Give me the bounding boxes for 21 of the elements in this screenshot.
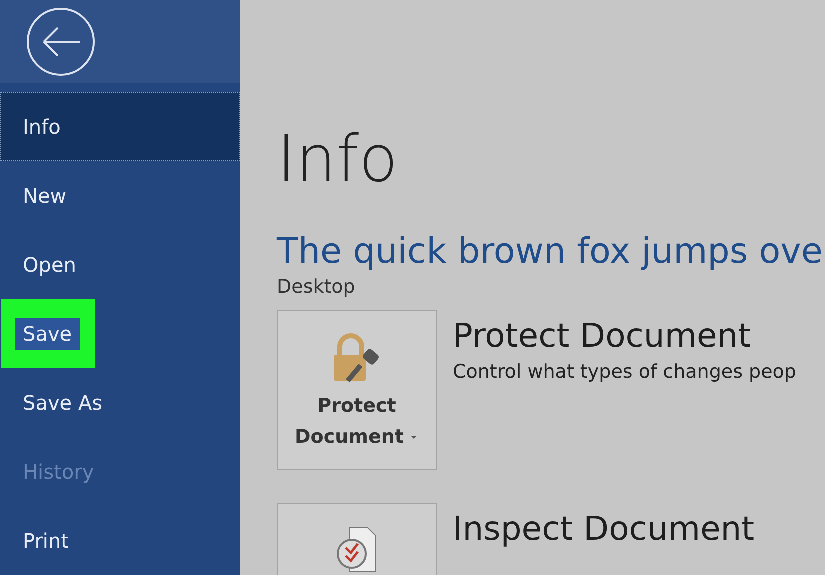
- sidebar-item[interactable]: Open: [0, 230, 240, 299]
- item-label: Info: [23, 114, 61, 138]
- section-button[interactable]: Protect Document: [277, 310, 437, 470]
- document-location: Desktop: [277, 276, 356, 298]
- sidebar-item[interactable]: Save As: [0, 368, 240, 437]
- item-label: Print: [23, 528, 70, 552]
- document-title: The quick brown fox jumps ove: [277, 231, 823, 274]
- page-heading: Info: [277, 122, 398, 199]
- section-title: Protect Document: [453, 316, 752, 355]
- section-description: Control what types of changes peop: [453, 361, 796, 383]
- item-label: Open: [23, 252, 76, 276]
- item-label: History: [23, 460, 94, 484]
- item-label: Save: [15, 318, 80, 350]
- back-icon[interactable]: [26, 6, 96, 76]
- section-title: Inspect Document: [453, 509, 755, 548]
- sidebar-item[interactable]: Info: [0, 92, 240, 161]
- item-label: New: [23, 184, 67, 208]
- sidebar-item[interactable]: Print: [0, 506, 240, 575]
- sidebar-item[interactable]: New: [0, 161, 240, 230]
- sidebar-item[interactable]: Save: [0, 299, 240, 368]
- item-label: Save As: [23, 390, 103, 414]
